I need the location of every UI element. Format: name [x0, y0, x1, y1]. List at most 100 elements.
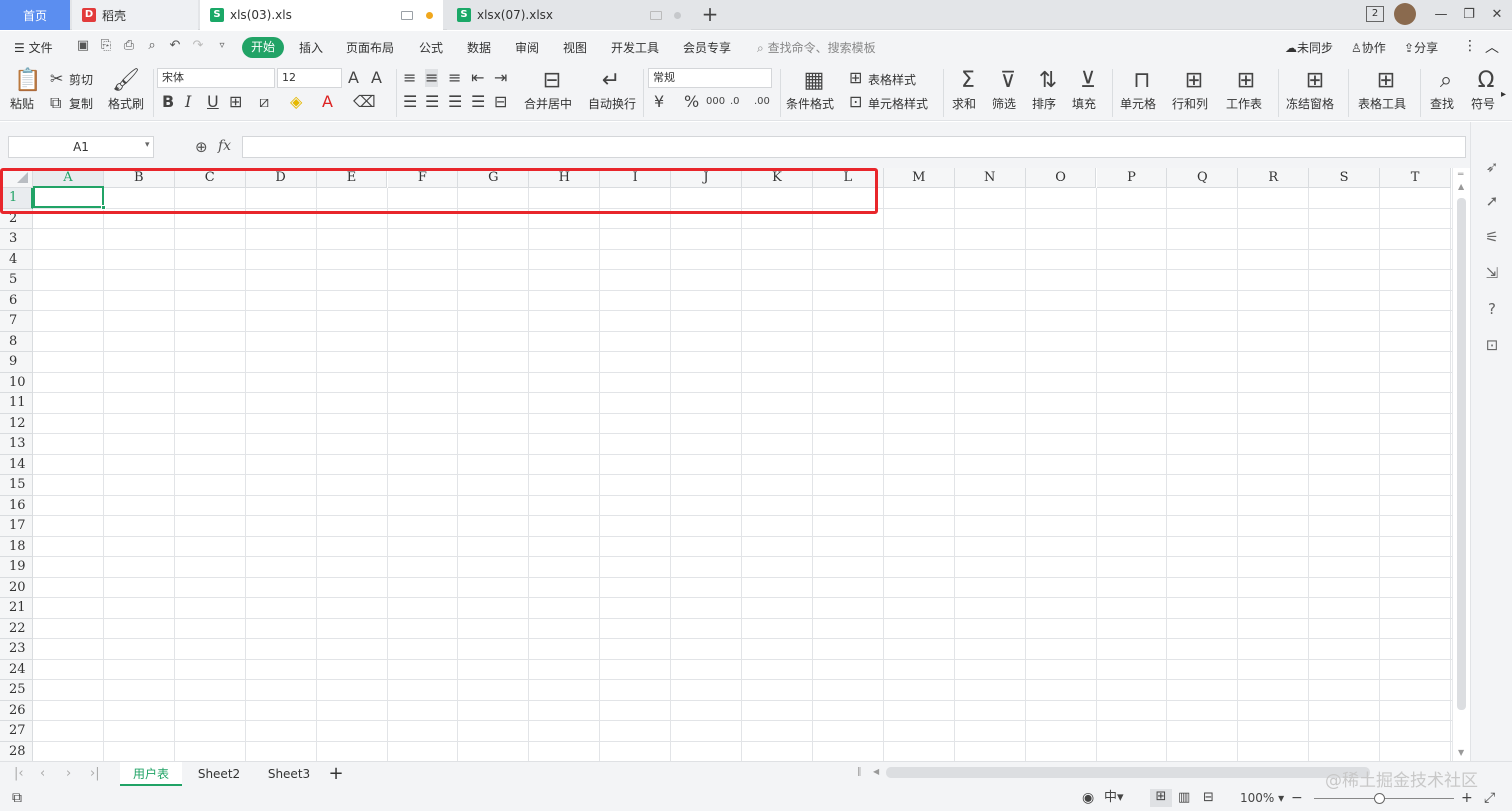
- vertical-scroll-thumb[interactable]: [1457, 198, 1466, 710]
- row-header-9[interactable]: 9: [0, 352, 33, 373]
- menu-data[interactable]: 数据: [467, 39, 491, 56]
- row-header-18[interactable]: 18: [0, 536, 33, 557]
- split-handle-icon[interactable]: ═: [1458, 170, 1463, 180]
- command-search[interactable]: ⌕ 查找命令、搜索模板: [757, 39, 876, 56]
- row-col-button[interactable]: 行和列: [1172, 97, 1208, 111]
- paste-icon[interactable]: 📋: [14, 68, 41, 94]
- row-header-12[interactable]: 12: [0, 413, 33, 434]
- save-icon[interactable]: ▣: [75, 38, 91, 54]
- cut-button[interactable]: 剪切: [69, 73, 93, 87]
- decrease-decimal-icon[interactable]: .00: [754, 93, 770, 111]
- pointer-icon[interactable]: ➚: [1483, 192, 1501, 210]
- close-icon[interactable]: ✕: [1486, 5, 1508, 25]
- merge-center-button[interactable]: 合并居中: [524, 97, 572, 111]
- tab-home[interactable]: 首页: [0, 0, 70, 30]
- row-header-14[interactable]: 14: [0, 454, 33, 475]
- freeze-panes-icon[interactable]: ⊞: [1302, 68, 1328, 94]
- freeze-panes-button[interactable]: 冻结窗格: [1286, 97, 1334, 111]
- page-break-view-icon[interactable]: ⊟: [1203, 790, 1214, 806]
- wrap-text-button[interactable]: 自动换行: [588, 97, 636, 111]
- sliders-icon[interactable]: ⚟: [1483, 228, 1501, 246]
- menu-view[interactable]: 视图: [563, 39, 587, 56]
- new-tab-button[interactable]: +: [700, 3, 720, 25]
- zoom-slider-knob[interactable]: [1374, 793, 1385, 804]
- column-header-o[interactable]: O: [1025, 168, 1097, 188]
- worksheet-icon[interactable]: ⊞: [1233, 68, 1259, 94]
- zoom-formula-icon[interactable]: ⊕: [195, 138, 208, 156]
- eye-protect-icon[interactable]: ◉: [1082, 790, 1094, 806]
- sheet-tab-sheet2[interactable]: Sheet2: [188, 762, 250, 786]
- currency-icon[interactable]: ¥: [654, 93, 664, 111]
- italic-icon[interactable]: I: [185, 93, 191, 111]
- row-header-16[interactable]: 16: [0, 495, 33, 516]
- row-header-24[interactable]: 24: [0, 659, 33, 680]
- copy-button[interactable]: 复制: [69, 97, 93, 111]
- vertical-scrollbar[interactable]: ═ ▲ ▼: [1452, 168, 1470, 761]
- fullscreen-icon[interactable]: ⤢: [1484, 790, 1495, 806]
- avatar[interactable]: [1394, 3, 1416, 25]
- table-tools-button[interactable]: 表格工具: [1358, 97, 1406, 111]
- align-center-icon[interactable]: ☰: [425, 93, 439, 111]
- monitor-icon[interactable]: [401, 11, 413, 20]
- align-right-icon[interactable]: ☰: [448, 93, 462, 111]
- row-header-8[interactable]: 8: [0, 331, 33, 352]
- formula-input[interactable]: [242, 136, 1466, 158]
- last-sheet-icon[interactable]: ›|: [90, 766, 100, 781]
- font-shrink-icon[interactable]: A: [371, 69, 382, 87]
- fx-icon[interactable]: fx: [218, 138, 231, 154]
- row-header-26[interactable]: 26: [0, 700, 33, 721]
- row-header-27[interactable]: 27: [0, 721, 33, 742]
- cell-button[interactable]: 单元格: [1120, 97, 1156, 111]
- row-header-19[interactable]: 19: [0, 557, 33, 578]
- collapse-ribbon-icon[interactable]: ︿: [1485, 37, 1499, 57]
- redo-icon[interactable]: ↷: [190, 38, 206, 54]
- justify-icon[interactable]: ☰: [471, 93, 485, 111]
- align-top-icon[interactable]: ≡: [403, 69, 416, 87]
- column-header-m[interactable]: M: [883, 168, 955, 188]
- column-header-q[interactable]: Q: [1167, 168, 1239, 188]
- undo-icon[interactable]: ↶: [167, 38, 183, 54]
- print-preview-icon[interactable]: ⌕: [144, 38, 160, 54]
- menu-developer[interactable]: 开发工具: [611, 39, 659, 56]
- column-header-s[interactable]: S: [1309, 168, 1381, 188]
- zoom-level[interactable]: 100% ▾: [1240, 790, 1284, 806]
- sort-button[interactable]: 排序: [1032, 97, 1056, 111]
- row-header-3[interactable]: 3: [0, 229, 33, 250]
- transform-icon[interactable]: ⇲: [1483, 264, 1501, 282]
- row-header-5[interactable]: 5: [0, 270, 33, 291]
- first-sheet-icon[interactable]: |‹: [14, 766, 24, 781]
- sort-icon[interactable]: ⇅: [1035, 68, 1061, 94]
- next-sheet-icon[interactable]: ›: [66, 766, 71, 781]
- conditional-format-icon[interactable]: ▦: [801, 68, 827, 94]
- tab-splitter-icon[interactable]: ‖: [857, 767, 862, 777]
- row-header-7[interactable]: 7: [0, 311, 33, 332]
- font-grow-icon[interactable]: A: [348, 69, 359, 87]
- find-icon[interactable]: ⌕: [1433, 68, 1459, 94]
- bold-icon[interactable]: B: [162, 93, 174, 111]
- number-format-select[interactable]: 常规: [648, 68, 772, 88]
- zoom-out-icon[interactable]: −: [1291, 790, 1303, 806]
- indent-increase-icon[interactable]: ⇥: [494, 69, 507, 87]
- eraser-icon[interactable]: ⌫: [353, 93, 376, 111]
- copy-icon[interactable]: ⧉: [50, 94, 61, 112]
- scroll-down-icon[interactable]: ▼: [1458, 748, 1464, 757]
- page-layout-view-icon[interactable]: ▥: [1178, 790, 1190, 806]
- column-header-n[interactable]: N: [954, 168, 1026, 188]
- sheet-tab-sheet3[interactable]: Sheet3: [258, 762, 320, 786]
- zoom-in-icon[interactable]: +: [1461, 790, 1473, 806]
- menu-review[interactable]: 审阅: [515, 39, 539, 56]
- underline-icon[interactable]: U: [207, 93, 219, 111]
- export-pdf-icon[interactable]: ⎘: [98, 38, 114, 54]
- format-painter-button[interactable]: 格式刷: [108, 97, 144, 111]
- table-style-button[interactable]: 表格样式: [868, 73, 916, 87]
- sync-button[interactable]: ☁未同步: [1285, 39, 1333, 56]
- collab-button[interactable]: ♙协作: [1351, 39, 1386, 56]
- cell-icon[interactable]: ⊓: [1129, 68, 1155, 94]
- tab-daoke[interactable]: D 稻壳: [72, 0, 198, 30]
- row-header-4[interactable]: 4: [0, 249, 33, 270]
- share-button[interactable]: ⇪分享: [1404, 39, 1438, 56]
- thousands-icon[interactable]: 000: [706, 93, 725, 111]
- menu-start[interactable]: 开始: [242, 37, 284, 58]
- tab-file-xlsx07[interactable]: S xlsx(07).xlsx: [447, 0, 691, 30]
- sum-button[interactable]: 求和: [952, 97, 976, 111]
